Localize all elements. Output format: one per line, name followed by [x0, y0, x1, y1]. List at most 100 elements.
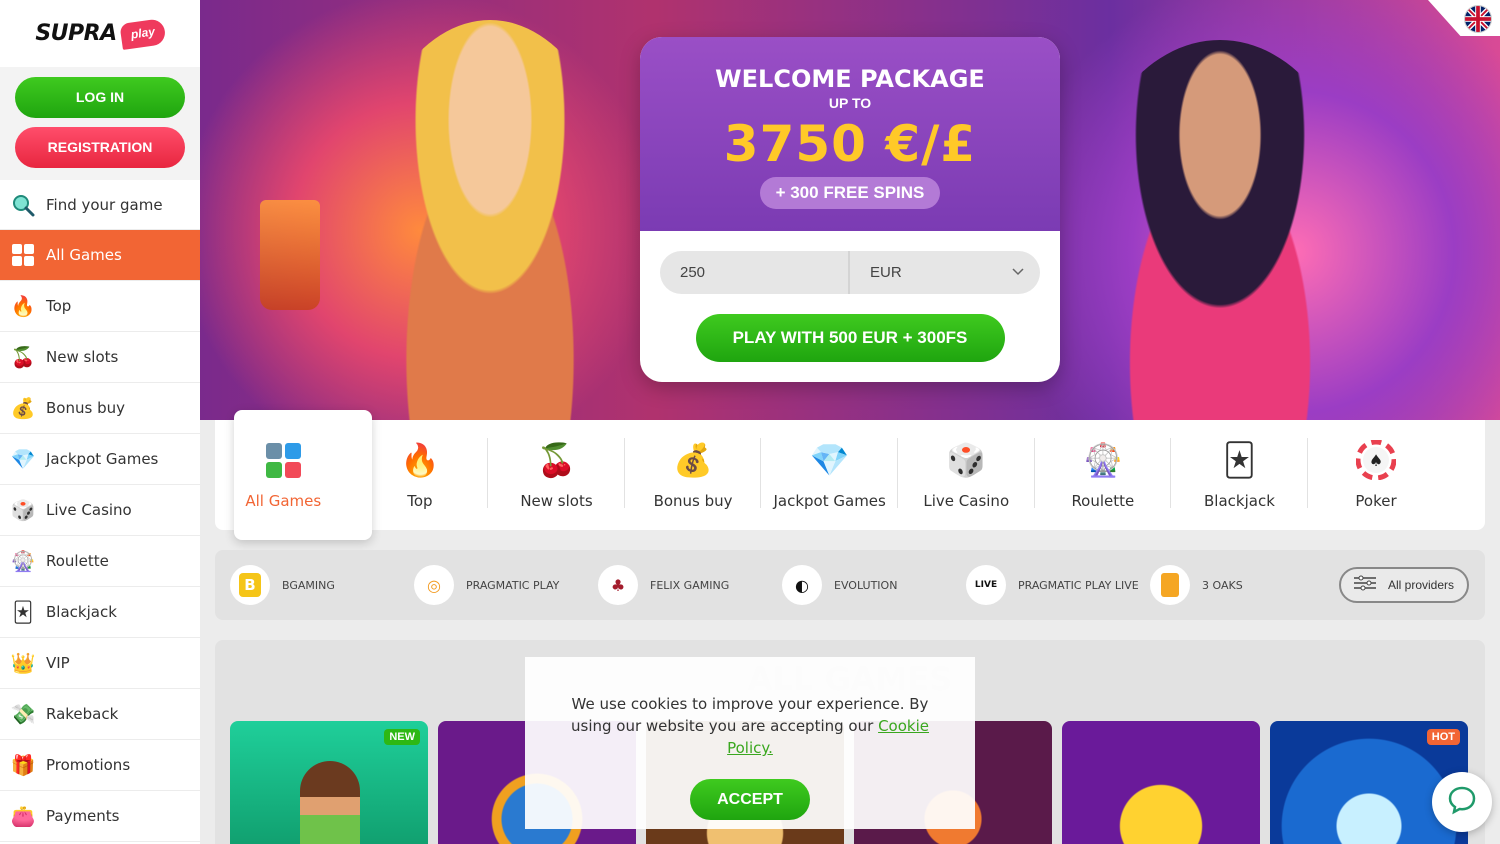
category-bonus-buy[interactable]: 💰 Bonus buy [625, 420, 762, 530]
sidebar-item-jackpot-games[interactable]: 💎 Jackpot Games [0, 434, 200, 485]
filter-icon [1353, 575, 1376, 595]
category-label: Poker [1355, 492, 1397, 510]
category-new-slots[interactable]: 🍒 New slots [488, 420, 625, 530]
roulette-icon: 🎡 [1082, 441, 1123, 479]
category-top[interactable]: 🔥 Top [352, 420, 489, 530]
gift-icon: 🎁 [10, 753, 36, 777]
logo-play-badge: play [119, 17, 167, 50]
provider-name: PRAGMATIC PLAY LIVE [1018, 578, 1139, 592]
cookie-text: We use cookies to improve your experienc… [525, 693, 975, 759]
currency-select[interactable]: EUR [850, 251, 1040, 294]
category-label: All Games [245, 492, 322, 510]
money-bag-icon: 💰 [673, 441, 713, 479]
category-label: Top [407, 492, 433, 510]
sidebar-item-roulette[interactable]: 🎡 Roulette [0, 536, 200, 587]
game-character [300, 761, 360, 844]
sidebar-item-label: Top [46, 297, 72, 315]
sidebar-item-find-game[interactable]: Find your game [0, 180, 200, 230]
promo-header: WELCOME PACKAGE UP TO 3750 €/£ + 300 FRE… [640, 37, 1060, 231]
sidebar-item-new-slots[interactable]: 🍒 New slots [0, 332, 200, 383]
new-badge: NEW [384, 729, 420, 745]
svg-text:♠: ♠ [1369, 451, 1383, 470]
deposit-form: 250 EUR [660, 251, 1040, 294]
deposit-amount-input[interactable]: 250 [660, 251, 850, 294]
provider-name: 3 OAKS [1202, 578, 1243, 592]
uk-flag-icon[interactable] [1464, 5, 1492, 33]
chat-button[interactable] [1432, 772, 1492, 832]
provider-bgaming[interactable]: B BGAMING [230, 565, 414, 605]
sidebar-item-label: Jackpot Games [46, 450, 159, 468]
cherry-icon: 🍒 [536, 441, 577, 479]
grid-icon [10, 242, 36, 268]
provider-felix-gaming[interactable]: ♣ FELIX GAMING [598, 565, 782, 605]
sidebar-item-blackjack[interactable]: 🃏 Blackjack [0, 587, 200, 638]
hero-character-right [1080, 40, 1360, 420]
crown-icon: 👑 [10, 651, 36, 675]
chevron-down-icon [1012, 251, 1024, 294]
category-label: New slots [520, 492, 593, 510]
game-tile[interactable] [1062, 721, 1260, 844]
accept-cookies-button[interactable]: ACCEPT [690, 779, 810, 820]
category-blackjack[interactable]: 🃏 Blackjack [1171, 420, 1308, 530]
cookie-banner: We use cookies to improve your experienc… [525, 657, 975, 829]
sidebar-item-promotions[interactable]: 🎁 Promotions [0, 740, 200, 791]
category-label: Blackjack [1204, 492, 1275, 510]
fire-icon: 🔥 [10, 294, 36, 318]
sidebar-item-label: Payments [46, 807, 120, 825]
provider-name: BGAMING [282, 578, 335, 592]
category-label: Bonus buy [653, 492, 733, 510]
provider-pragmatic-play[interactable]: ◎ PRAGMATIC PLAY [414, 565, 598, 605]
sidebar-item-all-games[interactable]: All Games [0, 230, 200, 281]
category-label: Roulette [1071, 492, 1135, 510]
hot-badge: HOT [1426, 729, 1460, 745]
sidebar-item-top[interactable]: 🔥 Top [0, 281, 200, 332]
sidebar-item-payments[interactable]: 👛 Payments [0, 791, 200, 842]
category-live-casino[interactable]: 🎲 Live Casino [898, 420, 1035, 530]
login-button[interactable]: LOG IN [15, 77, 185, 118]
provider-3-oaks[interactable]: 3 OAKS [1150, 565, 1334, 605]
sidebar-item-label: New slots [46, 348, 119, 366]
logo[interactable]: SUPRA play [0, 0, 200, 67]
provider-pragmatic-play-live[interactable]: LIVE PRAGMATIC PLAY LIVE [966, 565, 1150, 605]
pragmatic-icon: ◎ [414, 565, 454, 605]
sidebar-item-label: Find your game [46, 195, 163, 214]
cards-icon: 🃏 [12, 600, 34, 624]
wallet-icon: 👛 [10, 804, 36, 828]
sidebar-item-label: Rakeback [46, 705, 119, 723]
game-tile[interactable]: NEW [230, 721, 428, 844]
category-poker[interactable]: ♠ Poker [1308, 420, 1445, 530]
cash-icon: 💸 [10, 702, 36, 726]
provider-evolution[interactable]: ◐ EVOLUTION [782, 565, 966, 605]
promo-free-spins: + 300 FREE SPINS [759, 177, 941, 209]
all-providers-button[interactable]: All providers [1339, 567, 1469, 603]
sidebar-item-label: VIP [46, 654, 70, 672]
category-jackpot-games[interactable]: 💎 Jackpot Games [761, 420, 898, 530]
pragmatic-live-icon: LIVE [966, 565, 1006, 605]
bgaming-icon: B [230, 565, 270, 605]
providers-bar: B BGAMING ◎ PRAGMATIC PLAY ♣ FELIX GAMIN… [215, 550, 1485, 620]
cocktail-illustration [260, 200, 320, 310]
cookie-message: We use cookies to improve your experienc… [571, 695, 929, 735]
money-bag-icon: 💰 [10, 396, 36, 420]
provider-name: FELIX GAMING [650, 578, 730, 592]
registration-button[interactable]: REGISTRATION [15, 127, 185, 168]
category-bar: All Games 🔥 Top 🍒 New slots 💰 Bonus buy … [215, 410, 1485, 540]
sidebar-item-rakeback[interactable]: 💸 Rakeback [0, 689, 200, 740]
auth-area: LOG IN REGISTRATION [0, 67, 200, 180]
hero-character-left [360, 20, 620, 420]
sidebar-item-live-casino[interactable]: 🎲 Live Casino [0, 485, 200, 536]
promo-up-to: UP TO [828, 95, 872, 111]
all-providers-label: All providers [1387, 578, 1455, 592]
category-roulette[interactable]: 🎡 Roulette [1035, 420, 1172, 530]
play-with-bonus-button[interactable]: PLAY WITH 500 EUR + 300FS [695, 314, 1005, 362]
category-all-games[interactable]: All Games [215, 410, 372, 540]
logo-text: SUPRA [35, 21, 117, 46]
sidebar-item-label: Bonus buy [46, 399, 125, 417]
currency-value: EUR [870, 264, 902, 281]
promo-title: WELCOME PACKAGE [715, 65, 985, 93]
sidebar-item-vip[interactable]: 👑 VIP [0, 638, 200, 689]
search-icon [10, 192, 36, 218]
sidebar-item-bonus-buy[interactable]: 💰 Bonus buy [0, 383, 200, 434]
diamond-icon: 💎 [809, 441, 850, 479]
grid-icon [263, 440, 303, 480]
